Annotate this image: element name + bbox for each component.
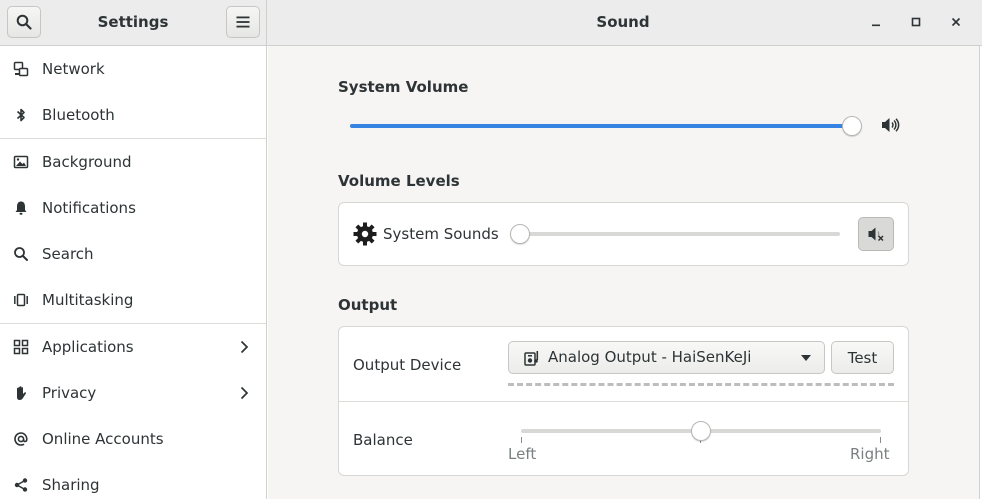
dropdown-arrow-icon [801,355,811,361]
sidebar-item-label: Sharing [42,476,100,494]
sidebar-item-background[interactable]: Background [0,139,266,185]
bell-icon [12,199,30,217]
output-device-value: Analog Output - HaiSenKeJi [548,348,752,366]
slider-knob[interactable] [510,224,530,244]
slider-knob[interactable] [842,116,862,136]
left-tick [521,437,522,443]
sidebar-title: Settings [97,13,169,31]
hamburger-icon [236,16,250,28]
header-bar: Settings Sound [0,0,982,46]
sidebar-item-applications[interactable]: Applications [0,324,266,370]
search-icon [16,14,32,30]
maximize-button[interactable] [900,6,932,38]
slider-fill [350,124,852,128]
device-level-meter [508,383,894,386]
multitasking-icon [12,291,30,309]
chevron-right-icon [240,340,249,354]
system-volume-title: System Volume [338,78,469,96]
sidebar-item-bluetooth[interactable]: Bluetooth [0,92,266,138]
sidebar-item-network[interactable]: Network [0,46,266,92]
share-icon [12,476,30,494]
slider-knob[interactable] [691,421,711,441]
speaker-high-icon [880,116,900,134]
bluetooth-icon [12,106,30,124]
sidebar-item-notifications[interactable]: Notifications [0,185,266,231]
test-button[interactable]: Test [831,341,894,374]
balance-slider[interactable] [519,419,883,445]
right-tick [880,437,881,443]
sidebar-item-multitasking[interactable]: Multitasking [0,277,266,323]
sidebar-item-label: Notifications [42,199,136,217]
sidebar-item-label: Online Accounts [42,430,164,448]
system-volume-slider[interactable] [348,114,862,138]
output-device-label: Output Device [353,356,462,374]
hand-icon [12,384,30,402]
sidebar-item-label: Multitasking [42,291,134,309]
sidebar-item-label: Network [42,60,105,78]
mute-toggle-button[interactable] [858,217,894,251]
close-icon [951,17,961,27]
main-menu-button[interactable] [226,6,260,38]
balance-left-label: Left [508,445,537,463]
close-button[interactable] [940,6,972,38]
sidebar-item-label: Privacy [42,384,97,402]
sidebar-item-search[interactable]: Search [0,231,266,277]
speaker-muted-icon [868,227,884,242]
sidebar-item-label: Search [42,245,94,263]
balance-right-label: Right [850,445,890,463]
sidebar-item-online-accounts[interactable]: Online Accounts [0,416,266,462]
at-icon [12,430,30,448]
output-card: Output Device Analog Output - HaiSenKeJi… [338,326,909,476]
minimize-icon [872,24,880,27]
panel-header: Sound [267,0,982,45]
search-icon [12,245,30,263]
sound-panel: System Volume Volume Levels System Sound… [268,46,979,499]
audio-device-icon [524,351,539,366]
sidebar-item-label: Applications [42,338,134,356]
system-sounds-label: System Sounds [383,225,499,243]
sidebar-item-label: Background [42,153,132,171]
grid-icon [12,338,30,356]
card-separator [339,401,908,402]
network-icon [12,60,30,78]
minimize-button[interactable] [860,6,892,38]
balance-label: Balance [353,431,413,449]
background-icon [12,153,30,171]
volume-levels-card: System Sounds [338,202,909,266]
volume-levels-title: Volume Levels [338,172,460,190]
slider-trough [512,232,840,236]
sidebar: Network Bluetooth Background Notificatio… [0,46,267,499]
sidebar-item-privacy[interactable]: Privacy [0,370,266,416]
search-button[interactable] [7,6,41,38]
output-title: Output [338,296,398,314]
gear-icon [352,221,378,247]
output-device-dropdown[interactable]: Analog Output - HaiSenKeJi [508,341,825,374]
chevron-right-icon [240,386,249,400]
system-sounds-slider[interactable] [510,222,842,246]
sidebar-header: Settings [0,0,267,45]
sidebar-item-label: Bluetooth [42,106,115,124]
sidebar-item-sharing[interactable]: Sharing [0,462,266,499]
maximize-icon [911,17,921,27]
